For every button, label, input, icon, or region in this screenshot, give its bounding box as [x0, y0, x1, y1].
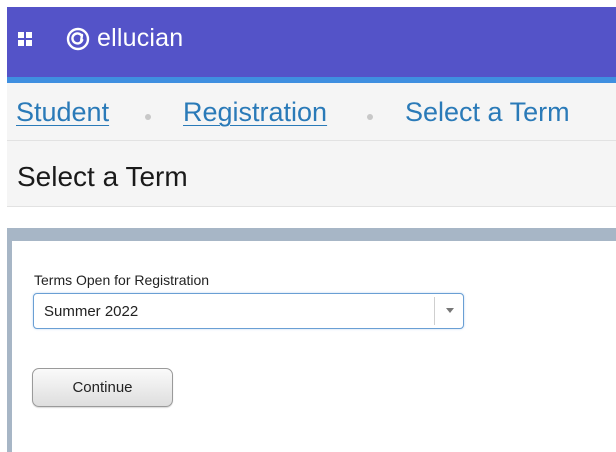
term-select[interactable]: Summer 2022 [33, 293, 464, 329]
page-title-bar: Select a Term [7, 141, 616, 207]
grid-icon[interactable] [18, 32, 32, 46]
breadcrumb-student-link[interactable]: Student [16, 97, 109, 128]
breadcrumb-separator [145, 114, 151, 120]
page-title: Select a Term [17, 161, 188, 192]
brand-name[interactable]: ellucian [97, 24, 183, 53]
term-select-value: Summer 2022 [44, 303, 139, 320]
breadcrumb-separator [367, 114, 373, 120]
chevron-down-icon[interactable] [446, 308, 454, 313]
breadcrumb-current: Select a Term [405, 97, 570, 127]
ellucian-logo-icon[interactable] [66, 27, 90, 51]
terms-label: Terms Open for Registration [34, 272, 210, 288]
select-divider [434, 297, 435, 325]
continue-button[interactable]: Continue [32, 368, 173, 407]
breadcrumb-registration-link[interactable]: Registration [183, 97, 327, 128]
